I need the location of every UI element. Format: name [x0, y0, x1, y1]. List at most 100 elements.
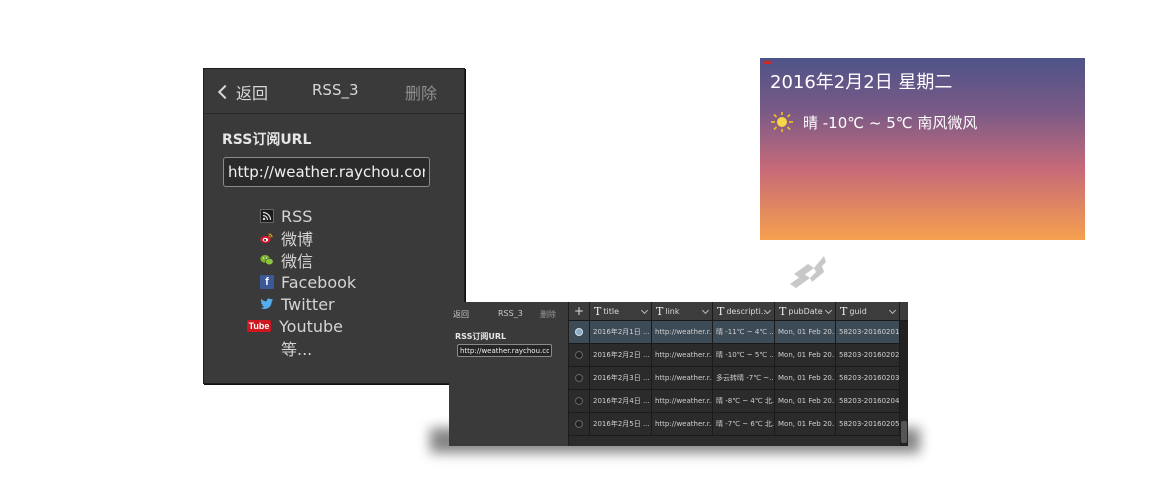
cell-description[interactable]: 晴 -8℃ ~ 4℃ 北... — [713, 390, 775, 412]
radio-dot — [575, 397, 583, 405]
back-label: 返回 — [236, 84, 269, 103]
text-type-icon: T — [779, 304, 787, 318]
vertical-scrollbar[interactable] — [900, 321, 908, 446]
youtube-icon: Tube — [246, 319, 272, 333]
chevron-down-icon[interactable] — [888, 306, 897, 315]
radio-dot — [575, 328, 583, 336]
table-row[interactable]: 2016年2月3日 ... http://weather.r... 多云转晴 -… — [569, 367, 908, 390]
widget-tag — [763, 61, 772, 64]
delete-button[interactable]: 删除 — [405, 80, 437, 104]
column-name: descripti... — [726, 306, 769, 316]
chevron-up-arrows-icon — [790, 256, 826, 288]
row-select-radio[interactable] — [569, 390, 590, 412]
small-url-label: RSS订阅URL — [455, 332, 507, 341]
cell-description[interactable]: 晴 -10℃ ~ 5℃ ... — [713, 344, 775, 366]
source-label: 微博 — [281, 230, 314, 249]
row-select-radio[interactable] — [569, 413, 590, 435]
small-rss-panel: 返回 RSS_3 删除 RSS订阅URL — [449, 302, 569, 446]
source-label: Youtube — [279, 316, 343, 336]
column-header-pubdate[interactable]: TpubDate — [775, 302, 836, 320]
weibo-icon — [260, 231, 274, 245]
column-name: link — [665, 306, 680, 316]
column-header-description[interactable]: Tdescripti... — [713, 302, 775, 320]
table-row[interactable]: 2016年2月5日 ... http://weather.r... 晴 -7℃ … — [569, 413, 908, 436]
cell-title[interactable]: 2016年2月3日 ... — [590, 367, 652, 389]
cell-guid[interactable]: 58203-20160203 — [836, 367, 900, 389]
cell-link[interactable]: http://weather.r... — [652, 413, 713, 435]
source-label: 微信 — [281, 252, 314, 271]
small-delete-button[interactable]: 删除 — [540, 309, 556, 320]
text-type-icon: T — [594, 304, 602, 318]
source-label: Facebook — [281, 272, 357, 292]
source-item-facebook: f Facebook — [260, 271, 356, 293]
cell-guid[interactable]: 58203-20160205 — [836, 413, 900, 435]
cell-guid[interactable]: 58203-20160204 — [836, 390, 900, 412]
cell-title[interactable]: 2016年2月4日 ... — [590, 390, 652, 412]
grid-header: + Ttitle Tlink Tdescripti... TpubDate Tg… — [569, 302, 908, 321]
cell-description[interactable]: 晴 -11℃ ~ 4℃ ... — [713, 321, 775, 343]
source-item-rss: RSS — [260, 205, 356, 227]
row-select-radio[interactable] — [569, 367, 590, 389]
source-label: Twitter — [281, 294, 335, 314]
panel-title: RSS_3 — [312, 81, 359, 99]
cell-pubdate[interactable]: Mon, 01 Feb 20... — [775, 367, 836, 389]
cell-link[interactable]: http://weather.r... — [652, 321, 713, 343]
column-header-link[interactable]: Tlink — [652, 302, 713, 320]
row-select-radio[interactable] — [569, 321, 590, 343]
cell-pubdate[interactable]: Mon, 01 Feb 20... — [775, 390, 836, 412]
add-column-button[interactable]: + — [569, 302, 590, 320]
cell-guid[interactable]: 58203-20160201 — [836, 321, 900, 343]
radio-dot — [575, 374, 583, 382]
url-label: RSS订阅URL — [222, 132, 312, 148]
chevron-left-icon — [217, 84, 233, 100]
source-item-youtube: Tube Youtube — [246, 315, 356, 337]
cell-pubdate[interactable]: Mon, 01 Feb 20... — [775, 321, 836, 343]
table-row[interactable]: 2016年2月4日 ... http://weather.r... 晴 -8℃ … — [569, 390, 908, 413]
small-panel-title: RSS_3 — [498, 309, 523, 318]
wechat-icon — [260, 253, 274, 267]
table-row[interactable]: 2016年2月2日 ... http://weather.r... 晴 -10℃… — [569, 344, 908, 367]
text-type-icon: T — [656, 304, 664, 318]
scrollbar-thumb[interactable] — [901, 421, 907, 443]
rss-icon — [260, 209, 274, 223]
cell-description[interactable]: 晴 -7℃ ~ 6℃ 北... — [713, 413, 775, 435]
weather-condition-text: 晴 -10℃ ~ 5℃ 南风微风 — [803, 113, 978, 132]
row-select-radio[interactable] — [569, 344, 590, 366]
panel-header: 返回 RSS_3 删除 — [204, 69, 464, 114]
rss-url-input[interactable] — [223, 157, 430, 187]
cell-pubdate[interactable]: Mon, 01 Feb 20... — [775, 344, 836, 366]
column-name: guid — [849, 306, 867, 316]
cell-guid[interactable]: 58203-20160202 — [836, 344, 900, 366]
column-name: title — [603, 306, 619, 316]
source-item-twitter: Twitter — [260, 293, 356, 315]
source-item-wechat: 微信 — [260, 249, 356, 271]
chevron-down-icon[interactable] — [824, 306, 833, 315]
column-header-title[interactable]: Ttitle — [590, 302, 652, 320]
source-item-weibo: 微博 — [260, 227, 356, 249]
radio-dot — [575, 351, 583, 359]
cell-link[interactable]: http://weather.r... — [652, 367, 713, 389]
weather-condition-row: 晴 -10℃ ~ 5℃ 南风微风 — [769, 111, 977, 133]
radio-dot — [575, 420, 583, 428]
cell-link[interactable]: http://weather.r... — [652, 344, 713, 366]
data-grid: + Ttitle Tlink Tdescripti... TpubDate Tg… — [569, 302, 908, 446]
twitter-icon — [260, 297, 274, 311]
weather-date: 2016年2月2日 星期二 — [770, 72, 953, 93]
source-list: RSS 微博 微信 f Facebook Twitter Tube Youtub… — [246, 205, 356, 359]
table-row[interactable]: 2016年2月1日 ... http://weather.r... 晴 -11℃… — [569, 321, 908, 344]
cell-pubdate[interactable]: Mon, 01 Feb 20... — [775, 413, 836, 435]
cell-description[interactable]: 多云转晴 -7℃ ~... — [713, 367, 775, 389]
cell-title[interactable]: 2016年2月2日 ... — [590, 344, 652, 366]
youtube-logo-text: Tube — [246, 320, 272, 332]
back-button[interactable]: 返回 — [217, 80, 269, 104]
cell-title[interactable]: 2016年2月1日 ... — [590, 321, 652, 343]
cell-title[interactable]: 2016年2月5日 ... — [590, 413, 652, 435]
column-name: pubDate — [788, 306, 823, 316]
cell-link[interactable]: http://weather.r... — [652, 390, 713, 412]
small-rss-url-input[interactable] — [457, 344, 552, 357]
chevron-down-icon[interactable] — [640, 306, 649, 315]
chevron-down-icon[interactable] — [701, 306, 710, 315]
small-back-button[interactable]: 返回 — [453, 309, 469, 320]
text-type-icon: T — [840, 304, 848, 318]
column-header-guid[interactable]: Tguid — [836, 302, 900, 320]
